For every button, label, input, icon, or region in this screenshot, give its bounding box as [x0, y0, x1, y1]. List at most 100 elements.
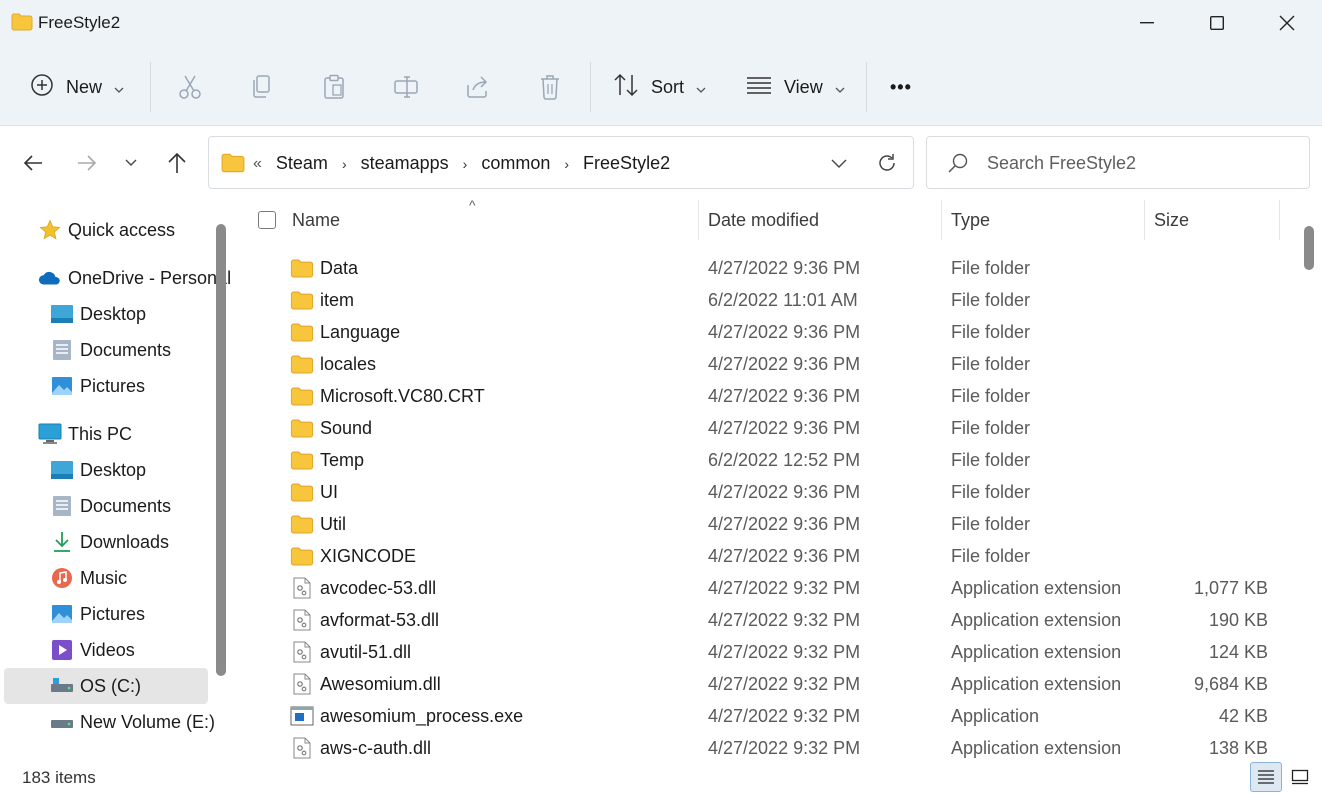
chevron-right-icon[interactable]: ›	[342, 156, 347, 172]
minimize-button[interactable]	[1112, 0, 1182, 46]
table-row[interactable]: Data 4/27/2022 9:36 PM File folder	[236, 252, 1296, 284]
breadcrumb-steam[interactable]: Steam	[276, 153, 328, 174]
date-modified-cell: 4/27/2022 9:32 PM	[708, 578, 861, 598]
table-row[interactable]: avutil-51.dll 4/27/2022 9:32 PM Applicatio…	[236, 636, 1296, 668]
sidebar-item-os-c[interactable]: OS (C:)	[4, 668, 208, 704]
sidebar-item-pictures[interactable]: Pictures	[50, 368, 145, 404]
new-label: New	[66, 76, 103, 97]
sidebar-item-music[interactable]: Music	[50, 560, 127, 596]
table-row[interactable]: Language 4/27/2022 9:36 PM File folder	[236, 316, 1296, 348]
table-row[interactable]: UI 4/27/2022 9:36 PM File folder	[236, 476, 1296, 508]
sidebar-item-quick-access[interactable]: Quick access	[38, 212, 175, 248]
scrollbar-thumb[interactable]	[1304, 226, 1314, 270]
breadcrumb-freestyle2[interactable]: FreeStyle2	[583, 153, 670, 174]
file-name-cell[interactable]: Awesomium.dll	[290, 673, 441, 695]
search-input[interactable]: Search FreeStyle2	[926, 136, 1310, 189]
more-icon: •••	[890, 76, 912, 97]
breadcrumb-common[interactable]: common	[481, 153, 550, 174]
new-button[interactable]: New	[30, 68, 124, 106]
file-name-cell[interactable]: item	[290, 289, 354, 311]
sidebar-item-new-volume-e[interactable]: New Volume (E:)	[50, 704, 215, 740]
sidebar-item-label: Music	[80, 567, 128, 588]
table-row[interactable]: avformat-53.dll 4/27/2022 9:32 PM Applicat…	[236, 604, 1296, 636]
table-row[interactable]: awesomium_process.exe 4/27/2022 9:32 PM Ap…	[236, 700, 1296, 732]
column-header-type[interactable]: Type	[951, 210, 990, 231]
drive-c-icon	[50, 674, 74, 698]
table-row[interactable]: XIGNCODE 4/27/2022 9:36 PM File folder	[236, 540, 1296, 572]
more-options-button[interactable]: •••	[890, 68, 912, 106]
up-button[interactable]	[162, 148, 192, 178]
sidebar-item-onedrive[interactable]: OneDrive - Personal	[38, 260, 231, 296]
sidebar-item-downloads[interactable]: Downloads	[50, 524, 169, 560]
sidebar-item-this-pc[interactable]: This PC	[38, 416, 132, 452]
column-divider[interactable]	[698, 200, 699, 240]
chevron-right-icon[interactable]: ›	[463, 156, 468, 172]
recent-locations-button[interactable]	[116, 148, 146, 178]
share-icon[interactable]	[463, 72, 493, 102]
column-header-size[interactable]: Size	[1154, 210, 1189, 231]
documents-icon	[50, 338, 74, 362]
file-name: Temp	[320, 449, 365, 470]
back-button[interactable]	[18, 148, 48, 178]
paste-icon[interactable]	[319, 72, 349, 102]
file-name-cell[interactable]: awesomium_process.exe	[290, 705, 523, 727]
window-title: FreeStyle2	[38, 13, 121, 32]
column-header-name[interactable]: Name	[292, 210, 340, 231]
file-name-cell[interactable]: Language	[290, 321, 400, 343]
view-button[interactable]: View	[746, 68, 845, 106]
sort-button[interactable]: Sort	[613, 68, 706, 106]
sidebar-item-documents[interactable]: Documents	[50, 332, 171, 368]
cut-icon[interactable]	[175, 72, 205, 102]
file-name-cell[interactable]: UI	[290, 481, 338, 503]
search-placeholder: Search FreeStyle2	[987, 153, 1137, 173]
large-icons-view-button[interactable]	[1284, 762, 1316, 792]
table-row[interactable]: Microsoft.VC80.CRT 4/27/2022 9:36 PM File …	[236, 380, 1296, 412]
maximize-button[interactable]	[1182, 0, 1252, 46]
table-row[interactable]: Awesomium.dll 4/27/2022 9:32 PM Applicatio…	[236, 668, 1296, 700]
file-name: Awesomium.dll	[320, 673, 441, 694]
forward-button[interactable]	[72, 148, 102, 178]
sidebar-item-desktop[interactable]: Desktop	[50, 296, 146, 332]
close-button[interactable]	[1252, 0, 1322, 46]
table-row[interactable]: item 6/2/2022 11:01 AM File folder	[236, 284, 1296, 316]
sidebar-scrollbar[interactable]	[216, 224, 226, 676]
breadcrumb-steamapps[interactable]: steamapps	[361, 153, 449, 174]
copy-icon[interactable]	[247, 72, 277, 102]
address-history-button[interactable]	[825, 149, 853, 177]
delete-icon[interactable]	[535, 72, 565, 102]
file-name-cell[interactable]: Util	[290, 513, 346, 535]
sidebar-item-videos[interactable]: Videos	[50, 632, 135, 668]
file-list-scrollbar[interactable]	[1296, 200, 1322, 760]
size-cell: 124 KB	[1208, 642, 1268, 662]
table-row[interactable]: locales 4/27/2022 9:36 PM File folder	[236, 348, 1296, 380]
file-name-cell[interactable]: Data	[290, 257, 358, 279]
details-view-button[interactable]	[1250, 762, 1282, 792]
file-name-cell[interactable]: locales	[290, 353, 376, 375]
file-name-cell[interactable]: aws-c-auth.dll	[290, 737, 431, 759]
table-row[interactable]: Temp 6/2/2022 12:52 PM File folder	[236, 444, 1296, 476]
file-name-cell[interactable]: XIGNCODE	[290, 545, 416, 567]
column-divider[interactable]	[1144, 200, 1145, 240]
table-row[interactable]: Sound 4/27/2022 9:36 PM File folder	[236, 412, 1296, 444]
refresh-icon[interactable]	[873, 149, 901, 177]
file-name-cell[interactable]: avformat-53.dll	[290, 609, 439, 631]
select-all-checkbox[interactable]	[258, 211, 276, 229]
column-divider[interactable]	[1279, 200, 1280, 240]
file-name-cell[interactable]: Microsoft.VC80.CRT	[290, 385, 485, 407]
breadcrumb-overflow[interactable]: «	[253, 155, 262, 173]
file-name-cell[interactable]: Temp	[290, 449, 364, 471]
column-divider[interactable]	[941, 200, 942, 240]
file-name-cell[interactable]: avcodec-53.dll	[290, 577, 436, 599]
table-row[interactable]: avcodec-53.dll 4/27/2022 9:32 PM Applicati…	[236, 572, 1296, 604]
column-header-date[interactable]: Date modified	[708, 210, 819, 231]
rename-icon[interactable]	[391, 72, 421, 102]
sidebar-item-pictures-pc[interactable]: Pictures	[50, 596, 145, 632]
table-row[interactable]: aws-c-auth.dll 4/27/2022 9:32 PM Applicati…	[236, 732, 1296, 760]
sidebar-item-desktop-pc[interactable]: Desktop	[50, 452, 146, 488]
table-row[interactable]: Util 4/27/2022 9:36 PM File folder	[236, 508, 1296, 540]
file-name-cell[interactable]: avutil-51.dll	[290, 641, 411, 663]
file-name-cell[interactable]: Sound	[290, 417, 372, 439]
address-bar[interactable]: « Steam › steamapps › common › FreeStyle…	[208, 136, 914, 189]
chevron-right-icon[interactable]: ›	[564, 156, 569, 172]
sidebar-item-documents-pc[interactable]: Documents	[50, 488, 171, 524]
